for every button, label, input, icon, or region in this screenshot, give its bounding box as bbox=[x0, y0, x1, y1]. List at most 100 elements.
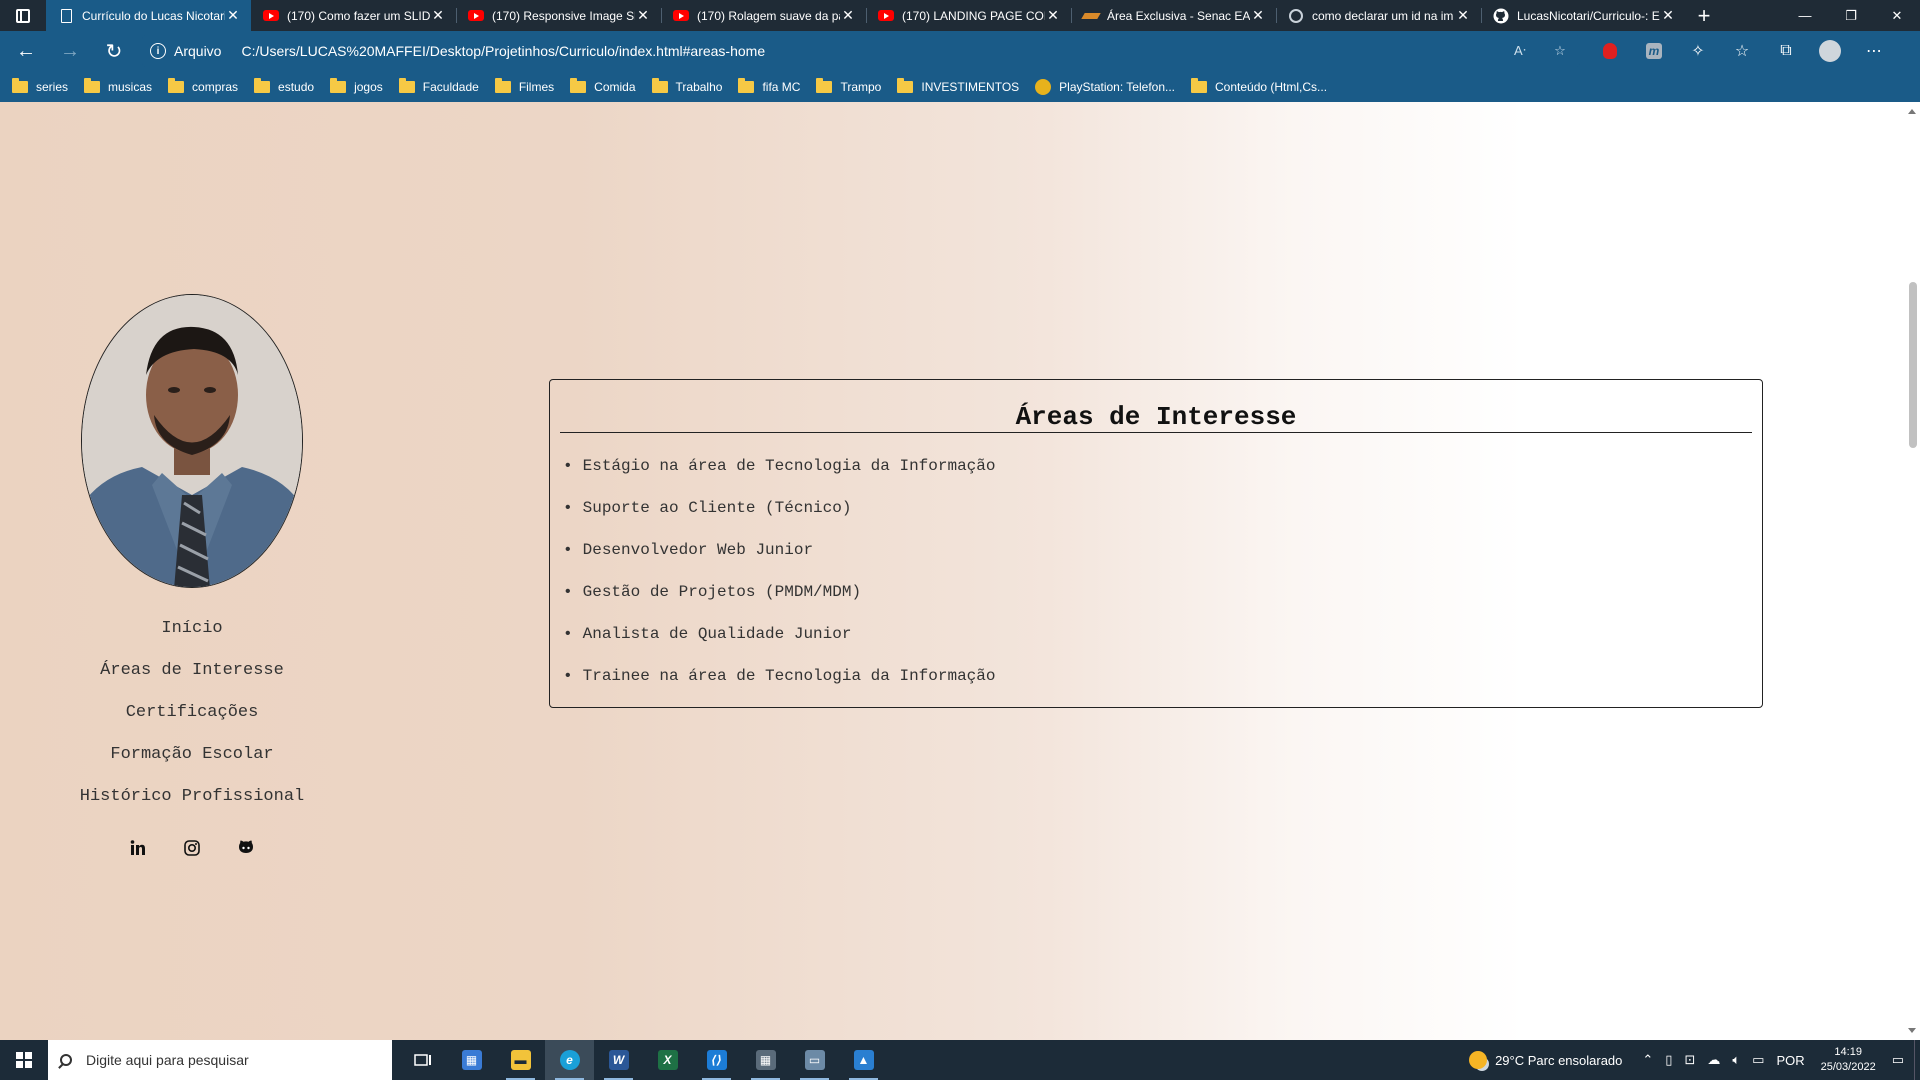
tab[interactable]: LucasNicotari/Curriculo-: E ✕ bbox=[1481, 0, 1686, 31]
nav-link-certificacoes[interactable]: Certificações bbox=[0, 692, 384, 734]
reload-button[interactable]: ↻ bbox=[96, 35, 132, 67]
github-icon[interactable] bbox=[234, 836, 258, 860]
file-explorer-icon[interactable]: ▬ bbox=[496, 1040, 545, 1080]
new-tab-button[interactable]: + bbox=[1686, 0, 1722, 31]
bookmark-folder[interactable]: series bbox=[12, 77, 68, 94]
folder-icon bbox=[738, 77, 755, 93]
meet-now-icon[interactable]: ▯ bbox=[1665, 1052, 1672, 1068]
youtube-icon bbox=[468, 8, 484, 24]
close-tab-icon[interactable]: ✕ bbox=[1045, 7, 1061, 24]
instagram-icon[interactable] bbox=[180, 836, 204, 860]
tab[interactable]: (170) LANDING PAGE COM ✕ bbox=[866, 0, 1071, 31]
back-button[interactable]: ← bbox=[8, 35, 44, 67]
address-bar[interactable]: i Arquivo C:/Users/LUCAS%20MAFFEI/Deskto… bbox=[142, 35, 1580, 67]
bookmark-folder[interactable]: compras bbox=[168, 77, 238, 94]
windows-logo-icon bbox=[16, 1052, 32, 1068]
bookmark-folder[interactable]: Comida bbox=[570, 77, 636, 94]
bookmark-folder[interactable]: musicas bbox=[84, 77, 152, 94]
document-icon bbox=[58, 8, 74, 24]
word-icon[interactable]: W bbox=[594, 1040, 643, 1080]
bookmarks-bar: series musicas compras estudo jogos Facu… bbox=[0, 71, 1920, 102]
vscode-icon[interactable]: ⟨⟩ bbox=[692, 1040, 741, 1080]
bookmark-link[interactable]: PlayStation: Telefon... bbox=[1035, 78, 1175, 95]
language-indicator[interactable]: POR bbox=[1776, 1053, 1804, 1068]
bookmark-folder[interactable]: Trampo bbox=[816, 77, 881, 94]
store-icon[interactable]: ▦ bbox=[447, 1040, 496, 1080]
nav-link-historico-profissional[interactable]: Histórico Profissional bbox=[0, 776, 384, 818]
bookmark-folder[interactable]: Faculdade bbox=[398, 77, 479, 94]
minimize-icon[interactable]: — bbox=[1782, 0, 1828, 31]
add-favorite-icon[interactable]: ☆ bbox=[1540, 43, 1580, 59]
weather-widget[interactable]: 29°C Parc ensolarado bbox=[1469, 1051, 1622, 1069]
bookmark-folder[interactable]: Trabalho bbox=[651, 77, 722, 94]
scroll-down-icon[interactable] bbox=[1908, 1028, 1916, 1033]
page-scrollbar[interactable] bbox=[1905, 102, 1920, 1040]
bookmark-folder[interactable]: estudo bbox=[254, 77, 314, 94]
clock-time: 14:19 bbox=[1834, 1046, 1862, 1058]
clock[interactable]: 14:19 25/03/2022 bbox=[1821, 1045, 1876, 1075]
forward-button[interactable]: → bbox=[52, 35, 88, 67]
bookmark-folder[interactable]: Filmes bbox=[494, 77, 554, 94]
folder-icon bbox=[84, 77, 101, 93]
close-tab-icon[interactable]: ✕ bbox=[1455, 7, 1471, 24]
bookmark-folder[interactable]: INVESTIMENTOS bbox=[897, 77, 1019, 94]
tab[interactable]: (170) Responsive Image Sli ✕ bbox=[456, 0, 661, 31]
url-text[interactable]: C:/Users/LUCAS%20MAFFEI/Desktop/Projetin… bbox=[241, 43, 1500, 59]
tab-title: Currículo do Lucas Nicotari bbox=[82, 8, 225, 23]
close-tab-icon[interactable]: ✕ bbox=[225, 7, 241, 24]
collections-icon[interactable]: ⧉ bbox=[1764, 40, 1808, 62]
profile-avatar-icon[interactable] bbox=[1808, 40, 1852, 62]
info-icon[interactable]: i bbox=[150, 43, 166, 59]
security-icon[interactable]: ⊡ bbox=[1684, 1052, 1695, 1068]
bookmark-folder[interactable]: Conteúdo (Html,Cs... bbox=[1191, 77, 1327, 94]
tab-actions-icon bbox=[16, 8, 30, 23]
photos-icon[interactable]: ▲ bbox=[839, 1040, 888, 1080]
tab-actions-menu[interactable] bbox=[0, 0, 46, 31]
taskbar-search[interactable]: Digite aqui para pesquisar bbox=[48, 1040, 392, 1080]
close-tab-icon[interactable]: ✕ bbox=[1660, 7, 1676, 24]
notifications-icon[interactable]: ▭ bbox=[1892, 1052, 1904, 1068]
network-icon[interactable]: ▭ bbox=[1752, 1052, 1764, 1068]
senac-icon bbox=[1081, 8, 1101, 24]
start-button[interactable] bbox=[0, 1040, 48, 1080]
main-nav: Início Áreas de Interesse Certificações … bbox=[0, 608, 384, 818]
show-hidden-icons-icon[interactable]: ⌃ bbox=[1642, 1052, 1653, 1068]
nav-link-inicio[interactable]: Início bbox=[0, 608, 384, 650]
task-view-icon[interactable] bbox=[398, 1040, 447, 1080]
volume-icon[interactable]: 🔈︎ bbox=[1732, 1052, 1740, 1068]
edge-icon[interactable]: e bbox=[545, 1040, 594, 1080]
nav-link-formacao-escolar[interactable]: Formação Escolar bbox=[0, 734, 384, 776]
tab[interactable]: (170) Como fazer um SLIDE ✕ bbox=[251, 0, 456, 31]
onedrive-icon[interactable]: ☁ bbox=[1707, 1052, 1720, 1068]
folder-icon bbox=[1191, 77, 1208, 93]
close-tab-icon[interactable]: ✕ bbox=[430, 7, 446, 24]
linkedin-icon[interactable] bbox=[126, 836, 150, 860]
extensions-icon[interactable]: ✧ bbox=[1676, 40, 1720, 62]
favorites-icon[interactable]: ☆ bbox=[1720, 40, 1764, 62]
restore-icon[interactable]: ❐ bbox=[1828, 0, 1874, 31]
folder-icon bbox=[651, 77, 668, 93]
tab[interactable]: como declarar um id na im ✕ bbox=[1276, 0, 1481, 31]
folder-icon bbox=[168, 77, 185, 93]
tab[interactable]: Currículo do Lucas Nicotari ✕ bbox=[46, 0, 251, 31]
tab[interactable]: (170) Rolagem suave da pá ✕ bbox=[661, 0, 866, 31]
scroll-up-icon[interactable] bbox=[1908, 109, 1916, 114]
excel-icon[interactable]: X bbox=[643, 1040, 692, 1080]
more-menu-icon[interactable]: ⋯ bbox=[1852, 40, 1896, 62]
bookmark-folder[interactable]: fifa MC bbox=[738, 77, 800, 94]
tab[interactable]: Área Exclusiva - Senac EAD ✕ bbox=[1071, 0, 1276, 31]
bookmark-folder[interactable]: jogos bbox=[330, 77, 383, 94]
close-window-icon[interactable]: ✕ bbox=[1874, 0, 1920, 31]
close-tab-icon[interactable]: ✕ bbox=[840, 7, 856, 24]
extension-m-icon[interactable]: m bbox=[1632, 40, 1676, 62]
show-desktop-button[interactable] bbox=[1914, 1040, 1920, 1080]
snipping-tool-icon[interactable]: ▭ bbox=[790, 1040, 839, 1080]
close-tab-icon[interactable]: ✕ bbox=[635, 7, 651, 24]
extension-red-icon[interactable] bbox=[1588, 40, 1632, 62]
read-aloud-icon[interactable]: Aᐧ bbox=[1500, 43, 1540, 59]
scrollbar-thumb[interactable] bbox=[1909, 282, 1917, 448]
nav-link-areas-de-interesse[interactable]: Áreas de Interesse bbox=[0, 650, 384, 692]
calculator-icon[interactable]: ▦ bbox=[741, 1040, 790, 1080]
close-tab-icon[interactable]: ✕ bbox=[1250, 7, 1266, 24]
youtube-icon bbox=[878, 8, 894, 24]
